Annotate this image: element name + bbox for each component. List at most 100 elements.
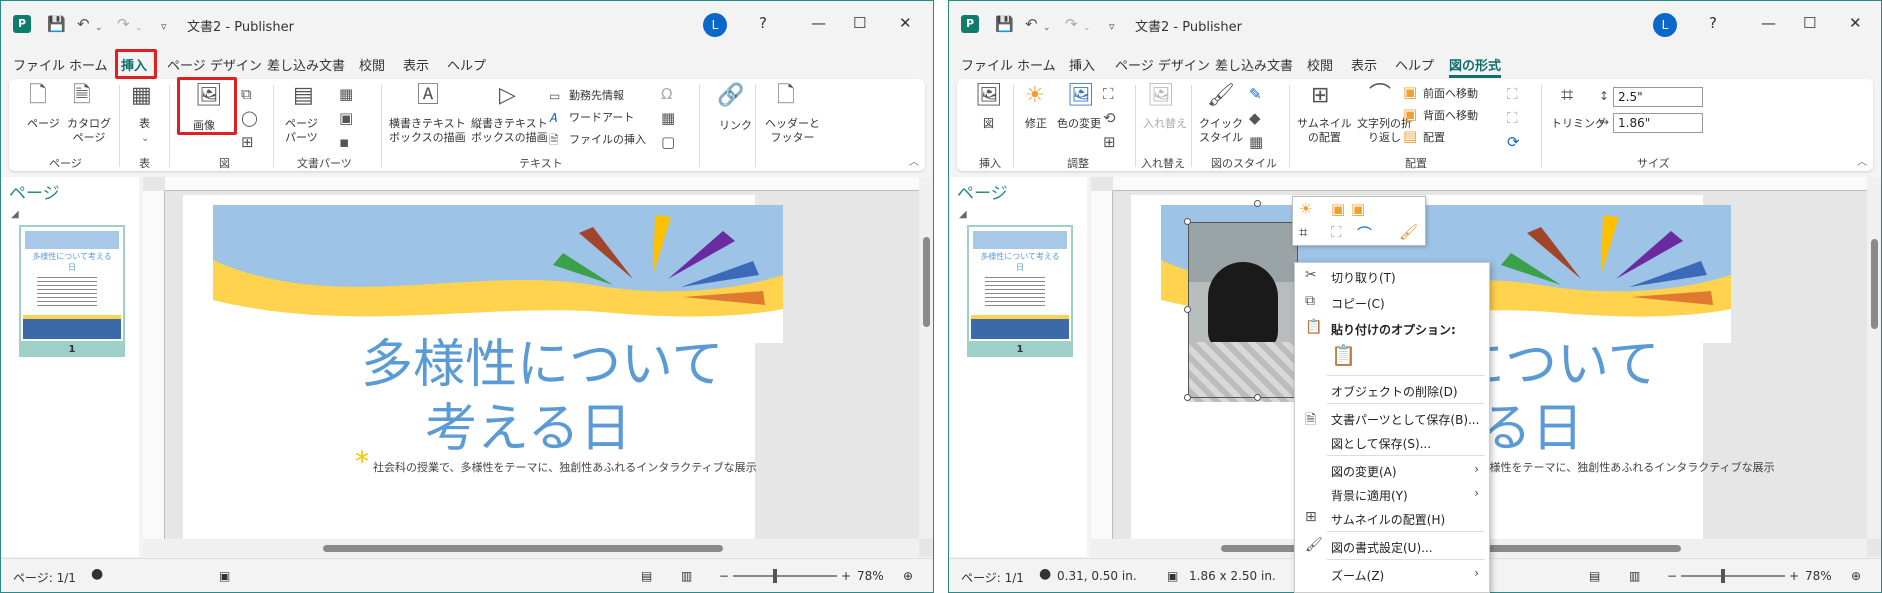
vertical-scroll-thumb[interactable] [923, 237, 930, 327]
fit-page-icon[interactable]: ⊕ [1851, 569, 1861, 583]
zoom-out-icon[interactable]: − [1667, 569, 1677, 583]
collapse-pane-icon[interactable]: ◢ [11, 209, 19, 220]
zoom-out-icon[interactable]: − [719, 569, 729, 583]
redo-icon[interactable]: ↷ [117, 15, 130, 33]
single-page-view-icon[interactable]: ▤ [1589, 569, 1600, 583]
zoom-slider-knob[interactable] [773, 569, 777, 583]
ungroup-icon[interactable]: ⛶ [1507, 109, 1518, 127]
undo-dropdown-icon[interactable]: ⌄ [95, 19, 103, 37]
rotate-icon[interactable]: ⟳ [1507, 133, 1520, 151]
horizontal-scrollbar[interactable] [143, 539, 919, 557]
help-button[interactable]: ? [1709, 14, 1717, 32]
page-thumbnail[interactable]: 多様性について考える日 [19, 225, 125, 343]
page-thumbnail[interactable]: 多様性について考える日 [967, 225, 1073, 343]
picture-border-icon[interactable]: ✎ [1249, 85, 1262, 103]
send-backward-icon[interactable]: ▣ [1351, 200, 1365, 218]
record-macro-icon[interactable]: ● [1039, 566, 1051, 582]
maximize-icon[interactable]: ☐ [853, 14, 866, 32]
insert-picture-button[interactable]: 図 [983, 117, 994, 131]
zoom-in-icon[interactable]: + [841, 569, 851, 583]
send-backward-button[interactable]: 背面へ移動 [1423, 109, 1478, 123]
redo-dropdown-icon[interactable]: ⌄ [1083, 19, 1091, 37]
collapse-pane-icon[interactable]: ◢ [959, 209, 967, 220]
header-footer-button[interactable]: ヘッダーと フッター [765, 117, 820, 145]
tab-review[interactable]: 校閲 [1307, 55, 1333, 74]
picture-layout-icon[interactable]: ▦ [1249, 133, 1263, 151]
page-button[interactable]: ページ [27, 117, 60, 131]
format-painter-icon[interactable]: 🖌 [1399, 223, 1418, 241]
tab-home[interactable]: ホーム [1017, 55, 1056, 74]
two-page-view-icon[interactable]: ▥ [681, 569, 692, 583]
undo-dropdown-icon[interactable]: ⌄ [1043, 19, 1051, 37]
body-text[interactable]: 社会科の授業で、多様性をテーマに、独創性あふれるインタラクティブな展示 [373, 459, 757, 475]
object-icon[interactable]: ▢ [661, 133, 675, 151]
menu-item-apply-to-background[interactable]: 背景に適用(Y) › [1295, 483, 1489, 507]
publication-page[interactable]: 多様性について 考える日 * 社会科の授業で、多様性をテーマに、独創性あふれるイ… [183, 195, 783, 539]
table-button[interactable]: 表 [139, 117, 150, 131]
corrections-button[interactable]: 修正 [1025, 117, 1047, 131]
tab-home[interactable]: ホーム [69, 55, 108, 74]
horizontal-scroll-thumb[interactable] [323, 545, 723, 552]
tab-mailings[interactable]: 差し込み文書 [1215, 55, 1293, 74]
picture-options-icon[interactable]: ⊞ [1103, 133, 1116, 151]
redo-icon[interactable]: ↷ [1065, 15, 1078, 33]
undo-icon[interactable]: ↶ [1025, 15, 1038, 33]
tab-review[interactable]: 校閲 [359, 55, 385, 74]
ads-icon[interactable]: ▪ [339, 133, 349, 151]
compress-icon[interactable]: ⛶ [1103, 85, 1114, 103]
group-icon[interactable]: ⛶ [1507, 85, 1518, 103]
tab-insert[interactable]: 挿入 [1069, 55, 1095, 74]
resize-handle[interactable] [1254, 394, 1261, 401]
textbox-vertical-button[interactable]: 縦書きテキスト ボックスの描画 [471, 117, 548, 145]
help-button[interactable]: ? [759, 14, 767, 32]
menu-item-zoom[interactable]: ズーム(Z) › [1295, 563, 1489, 587]
menu-item-delete-object[interactable]: オブジェクトの削除(D) [1295, 379, 1489, 403]
maximize-icon[interactable]: ☐ [1803, 14, 1816, 32]
link-button[interactable]: リンク [719, 119, 752, 133]
tab-help[interactable]: ヘルプ [1395, 55, 1434, 74]
insert-file-button[interactable]: ファイルの挿入 [569, 133, 646, 147]
wrap-text-icon[interactable]: ⌒ [1357, 223, 1372, 244]
layout-icon[interactable]: ▣ [219, 569, 230, 583]
bring-forward-button[interactable]: 前面へ移動 [1423, 87, 1478, 101]
vertical-scrollbar[interactable] [1867, 177, 1881, 539]
calendar-icon[interactable]: ▦ [339, 85, 353, 103]
collapse-ribbon-icon[interactable]: ︿ [909, 153, 919, 168]
swap-button[interactable]: 入れ替え [1143, 117, 1187, 131]
shapes-icon[interactable]: ◯ [241, 109, 258, 127]
tab-help[interactable]: ヘルプ [447, 55, 486, 74]
customize-qat-icon[interactable]: ▿ [161, 18, 167, 36]
two-page-view-icon[interactable]: ▥ [1629, 569, 1640, 583]
menu-item-change-picture[interactable]: 図の変更(A) › [1295, 459, 1489, 483]
tab-mailings[interactable]: 差し込み文書 [267, 55, 345, 74]
resize-handle[interactable] [1184, 306, 1191, 313]
symbol-icon[interactable]: Ω [661, 85, 672, 103]
menu-item-copy[interactable]: ⧉ コピー(C) [1295, 291, 1489, 315]
menu-item-thumbnail-placement[interactable]: ⊞ サムネイルの配置(H) [1295, 507, 1489, 531]
tab-view[interactable]: 表示 [403, 55, 429, 74]
bring-forward-icon[interactable]: ▣ [1331, 200, 1345, 218]
wordart-button[interactable]: ワードアート [569, 111, 634, 125]
width-field[interactable]: 1.86" [1613, 113, 1703, 133]
page-parts-button[interactable]: ページ パーツ [285, 117, 318, 145]
textbox-horizontal-button[interactable]: 横書きテキスト ボックスの描画 [389, 117, 466, 145]
avatar[interactable]: L [1653, 13, 1677, 37]
record-macro-icon[interactable]: ● [91, 566, 103, 582]
document-title-line2[interactable]: 考える日 [425, 391, 631, 467]
vertical-scroll-thumb[interactable] [1871, 239, 1878, 329]
tab-picture-format[interactable]: 図の形式 [1449, 55, 1502, 78]
document-canvas[interactable]: 多様性について 考える日 * 社会科の授業で、多様性をテーマに、独創性あふれるイ… [143, 177, 933, 557]
paste-option-icon[interactable]: 📋 [1331, 343, 1356, 367]
tab-page-design[interactable]: ページ デザイン [167, 55, 262, 74]
menu-item-save-as-part[interactable]: 🗎 文書パーツとして保存(B)... [1295, 407, 1489, 431]
customize-qat-icon[interactable]: ▿ [1109, 18, 1115, 36]
date-time-icon[interactable]: ▦ [661, 109, 675, 127]
tab-page-design[interactable]: ページ デザイン [1115, 55, 1210, 74]
collapse-ribbon-icon[interactable]: ︿ [1857, 153, 1867, 168]
align-button[interactable]: 配置 [1423, 131, 1445, 145]
zoom-slider-knob[interactable] [1721, 569, 1725, 583]
undo-icon[interactable]: ↶ [77, 15, 90, 33]
close-icon[interactable]: ✕ [899, 14, 912, 32]
zoom-level[interactable]: 78% [857, 569, 884, 583]
resize-handle[interactable] [1184, 394, 1191, 401]
